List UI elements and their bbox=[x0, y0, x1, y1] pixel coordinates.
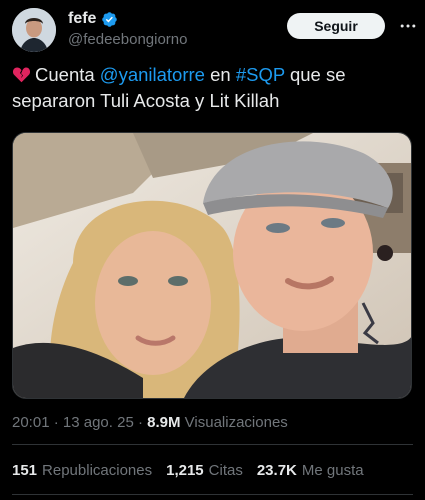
author-display-name[interactable]: fefe bbox=[68, 10, 96, 28]
mention-link[interactable]: @yanilatorre bbox=[100, 64, 205, 85]
separator: · bbox=[133, 414, 148, 431]
reposts-label: Republicaciones bbox=[42, 462, 153, 479]
tweet-meta: 20:01 · 13 ago. 25 · 8.9M Visualizacione… bbox=[12, 414, 288, 431]
likes-label: Me gusta bbox=[301, 462, 364, 479]
engagement-stats: 151 Republicaciones 1,215 Citas 23.7K Me gu… bbox=[12, 462, 364, 479]
verified-badge-icon bbox=[102, 11, 118, 27]
tweet-photo[interactable] bbox=[12, 132, 412, 399]
reposts-count: 151 bbox=[12, 462, 38, 479]
tweet-header: fefe @fedeebongiorno Seguir bbox=[0, 0, 425, 60]
tweet-text-part: Cuenta bbox=[35, 64, 100, 85]
views-count: 8.9M bbox=[147, 414, 181, 431]
avatar-image bbox=[12, 8, 56, 52]
likes-stat[interactable]: 23.7K Me gusta bbox=[257, 462, 364, 479]
tweet-date[interactable]: 13 ago. 25 bbox=[63, 414, 134, 431]
follow-button[interactable]: Seguir bbox=[287, 13, 385, 39]
author-name-row[interactable]: fefe bbox=[68, 10, 118, 28]
likes-count: 23.7K bbox=[256, 462, 297, 479]
divider bbox=[12, 494, 413, 495]
broken-heart-icon bbox=[12, 67, 31, 83]
quotes-label: Citas bbox=[208, 462, 243, 479]
quotes-count: 1,215 bbox=[166, 462, 204, 479]
divider bbox=[12, 444, 413, 445]
tweet-text: Cuenta @yanilatorre en #SQP que se separ… bbox=[12, 62, 417, 114]
tweet-time[interactable]: 20:01 bbox=[12, 414, 50, 431]
quotes-stat[interactable]: 1,215 Citas bbox=[166, 462, 243, 479]
avatar[interactable] bbox=[12, 8, 56, 52]
separator: · bbox=[49, 414, 63, 431]
hashtag-link[interactable]: #SQP bbox=[236, 64, 285, 85]
more-options-icon[interactable] bbox=[396, 14, 420, 38]
views-label: Visualizaciones bbox=[184, 414, 288, 431]
reposts-stat[interactable]: 151 Republicaciones bbox=[12, 462, 152, 479]
photo-image bbox=[13, 133, 411, 398]
tweet-text-part: en bbox=[204, 64, 236, 85]
author-handle[interactable]: @fedeebongiorno bbox=[68, 31, 188, 48]
